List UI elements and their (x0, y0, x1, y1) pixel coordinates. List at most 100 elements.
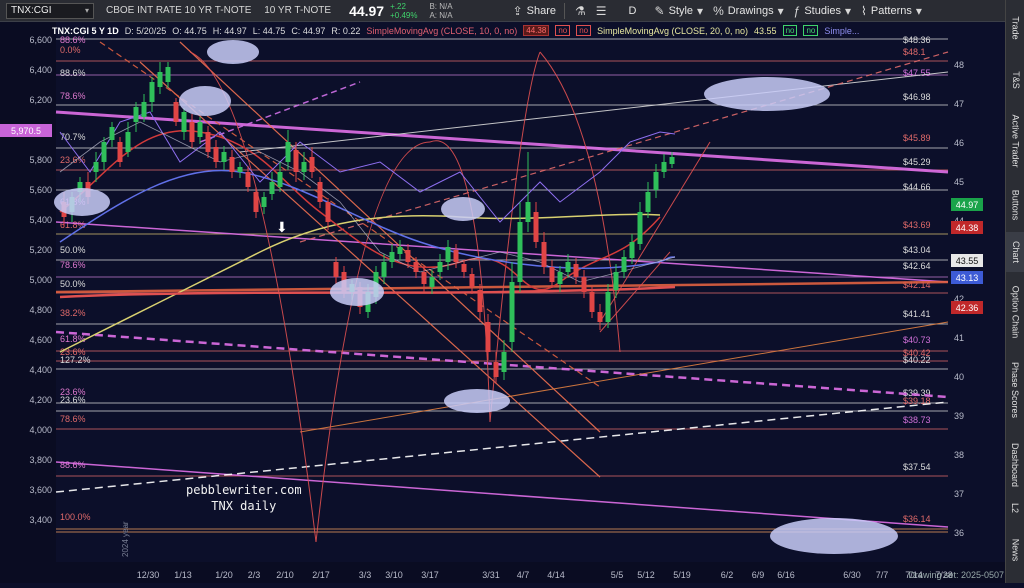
dock-tab-label: Chart (1010, 240, 1021, 264)
dock-tab-t-s[interactable]: T&S (1006, 60, 1024, 100)
candle-body (173, 102, 179, 122)
style-button[interactable]: ✎ Style ▾ (655, 4, 704, 18)
thinkorswim-chart-window: TNX:CGI ▾ CBOE INT RATE 10 YR T-NOTE 10 … (0, 0, 1024, 583)
chart-canvas[interactable]: 6,6006,4006,2006,0005,8005,6005,4005,200… (0, 22, 1005, 583)
watermark: pebblewriter.com TNX daily (186, 482, 302, 514)
left-axis-tick: 6,200 (29, 95, 52, 105)
sma10-chip-a: no (555, 25, 571, 36)
fib-percent-label: 50.0% (60, 279, 86, 289)
candle-body (333, 262, 339, 277)
x-axis-tick: 6/2 (721, 570, 734, 580)
share-icon: ⇪ (512, 3, 523, 18)
symbol-description: CBOE INT RATE 10 YR T-NOTE 10 YR T-NOTE (106, 5, 341, 16)
right-axis-tick: 46 (954, 138, 964, 148)
dock-tab-news[interactable]: News (1006, 530, 1024, 570)
symbol-dropdown-icon[interactable]: ▾ (85, 6, 89, 15)
level-price-label: $44.66 (903, 182, 931, 192)
candle-body (237, 167, 243, 172)
candle-body (517, 222, 523, 282)
level-price-label: $45.89 (903, 133, 931, 143)
left-axis-tick: 4,000 (29, 425, 52, 435)
x-axis-tick: 2/3 (248, 570, 261, 580)
candle-body (293, 150, 299, 172)
chevron-down-icon: ▾ (697, 3, 704, 18)
bar-range: R: 0.22 (331, 25, 361, 36)
x-axis-tick: 12/30 (137, 570, 160, 580)
right-axis-tick: 40 (954, 372, 964, 382)
candle-body (525, 202, 531, 222)
left-axis-tick: 5,400 (29, 215, 52, 225)
symbol-input[interactable]: TNX:CGI ▾ (6, 2, 94, 19)
right-axis-tick: 38 (954, 450, 964, 460)
candle-body (221, 152, 227, 162)
share-button[interactable]: ⇪ Share (513, 4, 556, 18)
left-axis-tick: 5,800 (29, 155, 52, 165)
candle-body (149, 82, 155, 102)
candle-body (133, 107, 139, 122)
dock-tab-active-trader[interactable]: Active Trader (1006, 112, 1024, 170)
candle-body (93, 162, 99, 172)
x-axis-tick: 2/17 (312, 570, 330, 580)
candle-body (317, 182, 323, 202)
flask-icon: ⚗ (575, 3, 586, 18)
candle-body (565, 262, 571, 272)
candle-body (557, 272, 563, 284)
level-price-label: $46.98 (903, 92, 931, 102)
dock-tab-chart[interactable]: Chart (1006, 232, 1024, 272)
right-axis-tick: 37 (954, 489, 964, 499)
dock-tab-dashboard[interactable]: Dashboard (1006, 440, 1024, 490)
dock-tab-buttons[interactable]: Buttons (1006, 182, 1024, 228)
candle-body (469, 274, 475, 287)
candle-body (421, 272, 427, 284)
left-axis-tick: 5,600 (29, 185, 52, 195)
price-chart[interactable]: 6,6006,4006,2006,0005,8005,6005,4005,200… (0, 22, 1005, 583)
candle-body (605, 292, 611, 322)
highlight-ellipse (444, 389, 510, 413)
candle-body (309, 157, 315, 172)
flask-button[interactable]: ⚗ (575, 4, 586, 18)
level-price-label: $38.73 (903, 415, 931, 425)
candle-body (453, 250, 459, 262)
candle-body (509, 282, 515, 342)
right-axis-tick: 41 (954, 333, 964, 343)
candle-body (109, 127, 115, 140)
candle-body (493, 362, 499, 377)
right-axis-tick: 45 (954, 177, 964, 187)
candle-body (597, 312, 603, 322)
candle-body (197, 122, 203, 137)
highlight-ellipse (54, 188, 110, 216)
candle-body (125, 132, 131, 152)
sma-more-label[interactable]: Simple... (824, 26, 859, 36)
candle-body (229, 157, 235, 172)
dock-tab-label: Trade (1010, 16, 1021, 40)
left-axis-tick: 5,000 (29, 275, 52, 285)
left-axis-tick: 5,200 (29, 245, 52, 255)
chart-toolbar: TNX:CGI ▾ CBOE INT RATE 10 YR T-NOTE 10 … (0, 0, 1005, 22)
sliders-button[interactable]: ☰ (596, 4, 607, 18)
drawings-button[interactable]: % Drawings ▾ (713, 4, 784, 18)
dock-tab-l2[interactable]: L2 (1006, 494, 1024, 522)
sma10-label[interactable]: SimpleMovingAvg (CLOSE, 10, 0, no) (366, 26, 517, 36)
down-arrow-icon: ⬇ (276, 219, 288, 235)
x-axis-tick: 6/16 (777, 570, 795, 580)
candle-body (629, 242, 635, 258)
dock-tab-label: Active Trader (1010, 114, 1021, 168)
left-axis-tick: 6,400 (29, 65, 52, 75)
dock-tab-phase-scores[interactable]: Phase Scores (1006, 346, 1024, 434)
x-axis-tick: 5/12 (637, 570, 655, 580)
chart-symbol-period: TNX:CGI 5 Y 1D (52, 25, 119, 36)
fib-percent-label: 100.0% (60, 512, 91, 522)
candle-body (389, 252, 395, 262)
price-badge-label: 44.97 (956, 200, 979, 210)
x-axis-tick: 5/19 (673, 570, 691, 580)
studies-button[interactable]: ƒ Studies ▾ (794, 4, 851, 18)
dock-tab-option-chain[interactable]: Option Chain (1006, 282, 1024, 342)
dock-tab-label: T&S (1010, 71, 1021, 89)
level-price-label: $36.14 (903, 514, 931, 524)
patterns-button[interactable]: ⌇ Patterns ▾ (861, 4, 922, 18)
period-button[interactable]: D (629, 5, 637, 17)
sma20-label[interactable]: SimpleMovingAvg (CLOSE, 20, 0, no) (597, 26, 748, 36)
net-change: +.22 +0.49% (390, 2, 417, 20)
price-badge-label: 44.38 (956, 223, 979, 233)
dock-tab-trade[interactable]: Trade (1006, 8, 1024, 48)
